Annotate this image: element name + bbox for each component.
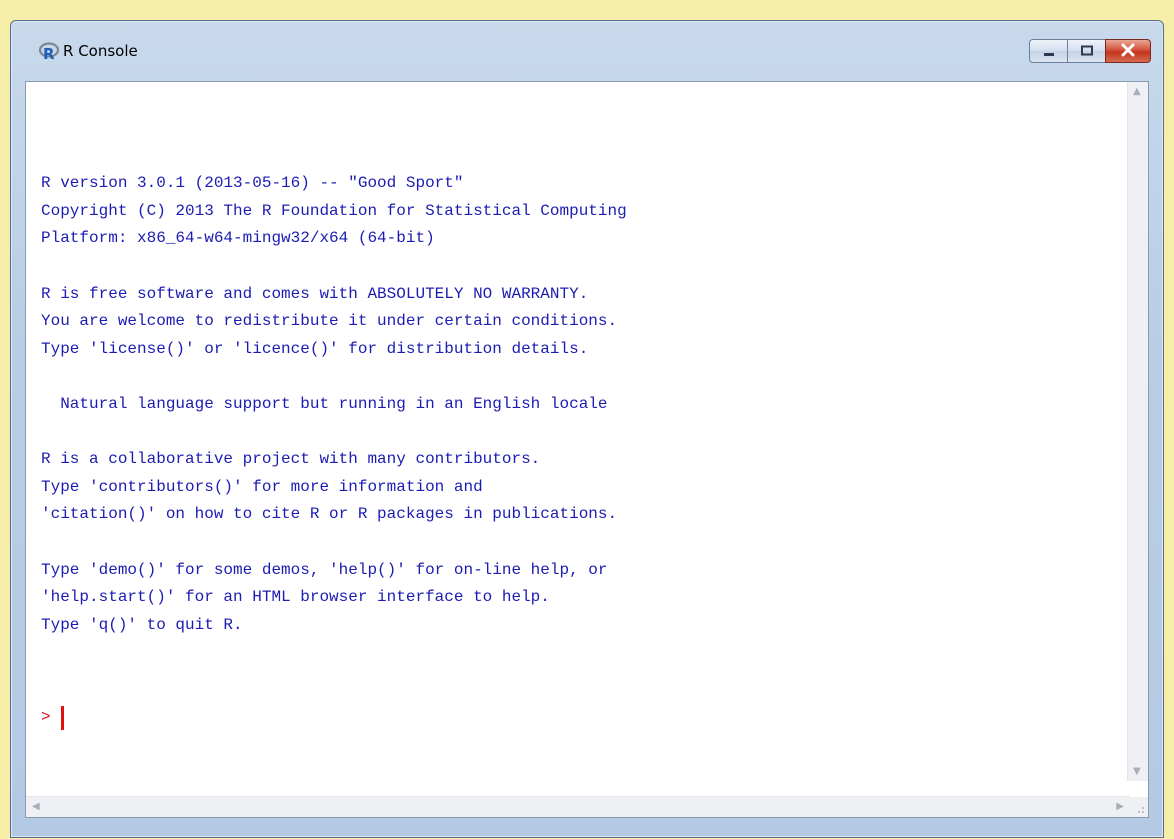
console-line: R is a collaborative project with many c… bbox=[41, 450, 541, 469]
console-line: Copyright (C) 2013 The R Foundation for … bbox=[41, 201, 627, 220]
minimize-icon bbox=[1042, 42, 1056, 61]
text-cursor bbox=[60, 706, 64, 731]
horizontal-scrollbar[interactable]: ◀ ▶ bbox=[26, 796, 1130, 817]
r-logo-icon: R bbox=[38, 41, 60, 63]
minimize-button[interactable] bbox=[1029, 39, 1067, 63]
console-line: Type 'q()' to quit R. bbox=[41, 615, 243, 634]
console-client-area: R version 3.0.1 (2013-05-16) -- "Good Sp… bbox=[25, 81, 1149, 818]
svg-text:R: R bbox=[43, 45, 55, 61]
scroll-left-icon[interactable]: ◀ bbox=[32, 801, 40, 812]
close-icon bbox=[1120, 42, 1136, 61]
prompt-line[interactable]: > bbox=[41, 704, 1130, 732]
console-line: 'help.start()' for an HTML browser inter… bbox=[41, 588, 550, 607]
vertical-scroll-thumb[interactable] bbox=[1130, 104, 1145, 760]
r-console-window: R R Console R version 3.0.1 (2013-05-16)… bbox=[10, 20, 1164, 838]
console-line: 'citation()' on how to cite R or R packa… bbox=[41, 505, 618, 524]
console-line: Type 'contributors()' for more informati… bbox=[41, 477, 483, 496]
console-output[interactable]: R version 3.0.1 (2013-05-16) -- "Good Sp… bbox=[26, 82, 1130, 781]
resize-grip[interactable] bbox=[1128, 797, 1148, 817]
console-lines: R version 3.0.1 (2013-05-16) -- "Good Sp… bbox=[41, 170, 1130, 639]
title-bar[interactable]: R R Console bbox=[11, 21, 1163, 81]
close-button[interactable] bbox=[1105, 39, 1151, 63]
scroll-right-icon[interactable]: ▶ bbox=[1116, 801, 1124, 812]
window-controls bbox=[1029, 39, 1151, 65]
prompt-symbol: > bbox=[41, 708, 51, 727]
console-line: R version 3.0.1 (2013-05-16) -- "Good Sp… bbox=[41, 174, 464, 193]
console-line: R is free software and comes with ABSOLU… bbox=[41, 284, 589, 303]
scroll-down-icon[interactable]: ▼ bbox=[1133, 766, 1141, 777]
window-title: R Console bbox=[63, 42, 138, 60]
maximize-icon bbox=[1080, 42, 1094, 61]
maximize-button[interactable] bbox=[1067, 39, 1105, 63]
console-line: Type 'demo()' for some demos, 'help()' f… bbox=[41, 560, 608, 579]
console-line: Natural language support but running in … bbox=[41, 394, 608, 413]
console-line: You are welcome to redistribute it under… bbox=[41, 312, 618, 331]
console-line: Type 'license()' or 'licence()' for dist… bbox=[41, 339, 589, 358]
scroll-up-icon[interactable]: ▲ bbox=[1133, 86, 1141, 97]
vertical-scrollbar[interactable]: ▲ ▼ bbox=[1127, 82, 1148, 781]
console-line: Platform: x86_64-w64-mingw32/x64 (64-bit… bbox=[41, 229, 435, 248]
